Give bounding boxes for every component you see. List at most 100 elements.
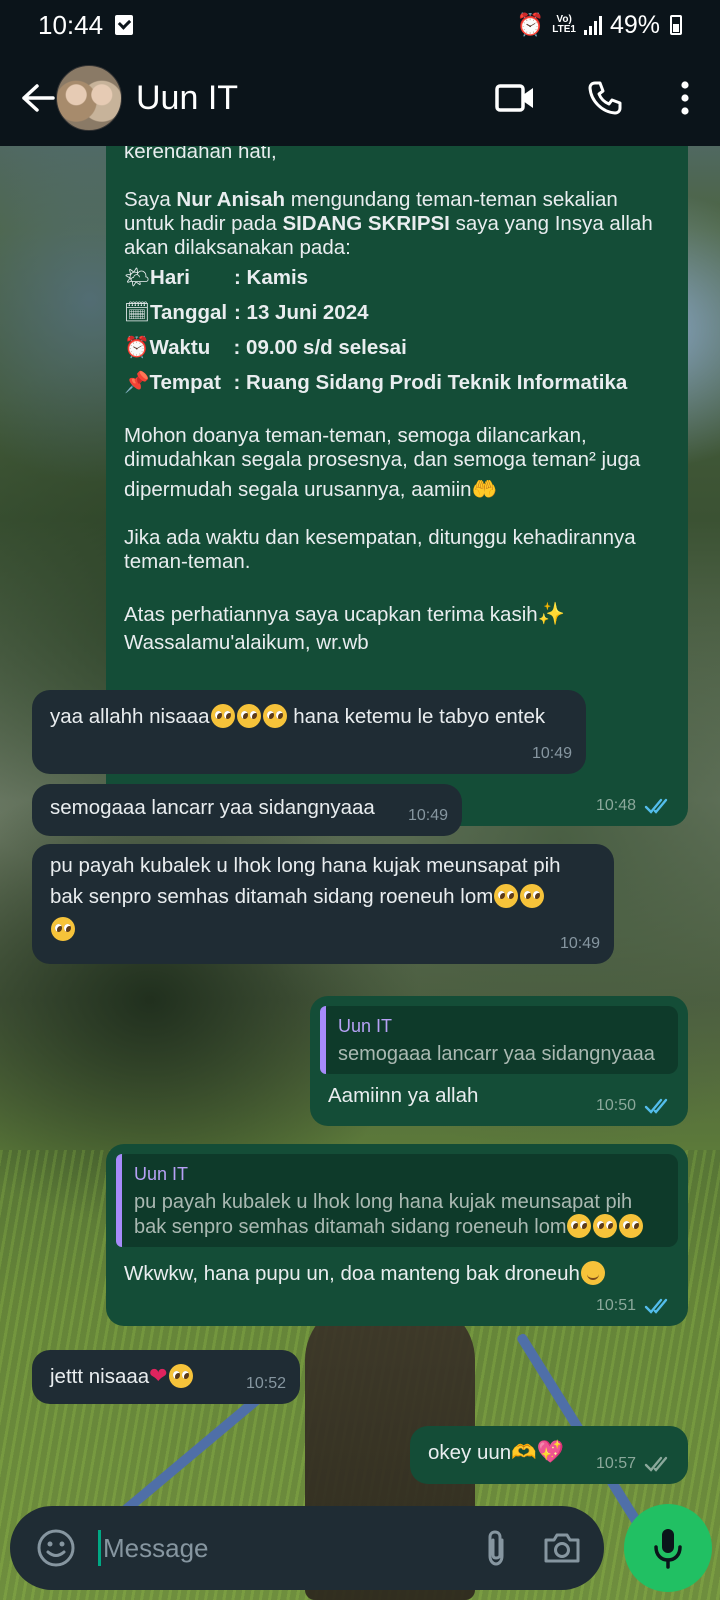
message-input[interactable] — [103, 1532, 463, 1564]
pleading-face-icon — [494, 884, 519, 908]
pleading-face-icon — [520, 884, 545, 908]
detail-row: 🗓Tanggal: 13 Juni 2024 — [124, 301, 369, 324]
message-text: kerendahan hati, — [124, 146, 277, 163]
volte-indicator: Vo) LTE1 — [552, 15, 576, 35]
message-bubble-outgoing[interactable]: Uun IT pu payah kubalek u lhok long hana… — [106, 1144, 688, 1326]
detail-row: ⏰Waktu: 09.00 s/d selesai — [124, 336, 407, 359]
message-time: 10:51 — [595, 1297, 636, 1314]
message-time: 10:49 — [531, 745, 572, 762]
status-time: 10:44 — [38, 9, 104, 40]
quote-author: Uun IT — [338, 1016, 393, 1036]
alarm-icon: ⏰ — [516, 12, 545, 37]
text-cursor — [98, 1530, 101, 1566]
sun-cloud-icon: 🌤 — [124, 266, 151, 289]
message-text: Jika ada waktu dan kesempatan, ditunggu … — [124, 526, 636, 549]
quote-text: bak senpro semhas ditamah sidang roeneuh… — [134, 1214, 666, 1239]
message-composer — [10, 1506, 604, 1590]
message-meta: 10:51 — [596, 1294, 674, 1318]
message-time: 10:49 — [559, 935, 600, 952]
message-text: pu payah kubalek u lhok long hana kujak … — [50, 854, 561, 877]
camera-button[interactable] — [529, 1515, 595, 1581]
more-vert-icon — [681, 81, 689, 115]
detail-row: 🌤Hari: Kamis — [124, 266, 309, 289]
notification-check-icon — [115, 15, 134, 35]
microphone-icon — [654, 1529, 682, 1569]
pleading-face-icon — [236, 704, 261, 728]
paperclip-icon — [488, 1530, 504, 1566]
message-bubble-outgoing[interactable]: okey uun🫶💖 10:57 — [410, 1426, 688, 1484]
emoji-icon — [37, 1529, 75, 1567]
message-bubble-outgoing[interactable]: Uun IT semogaaa lancarr yaa sidangnyaaa … — [310, 996, 688, 1126]
message-time: 10:48 — [595, 797, 636, 814]
voice-call-button[interactable] — [560, 68, 650, 128]
phone-icon — [588, 81, 622, 115]
pleading-face-icon — [619, 1214, 644, 1238]
message-meta: 10:50 — [596, 1094, 674, 1118]
sparkling-heart-icon: 💖 — [536, 1439, 565, 1464]
message-meta: 10:49 — [408, 804, 448, 828]
signal-icon — [583, 15, 602, 35]
message-time: 10:52 — [245, 1375, 286, 1392]
message-text: teman-teman. — [124, 550, 251, 573]
video-camera-icon — [495, 84, 533, 112]
message-text: Mohon doanya teman-teman, semoga dilanca… — [124, 424, 587, 447]
attach-button[interactable] — [463, 1515, 529, 1581]
calendar-icon: 🗓 — [124, 301, 151, 324]
message-time: 10:50 — [595, 1097, 636, 1114]
contact-name[interactable]: Uun IT — [136, 79, 238, 118]
video-call-button[interactable] — [470, 68, 560, 128]
message-text: untuk hadir pada SIDANG SKRIPSI saya yan… — [124, 212, 653, 235]
read-ticks-icon — [644, 798, 668, 814]
message-text: dipermudah segala urusannya, aamiin🤲 — [124, 478, 498, 501]
pleading-face-icon — [593, 1214, 618, 1238]
praying-hands-icon: 🤲 — [471, 478, 498, 501]
battery-icon — [670, 15, 682, 35]
more-options-button[interactable] — [650, 68, 720, 128]
message-list[interactable]: kerendahan hati, Saya Nur Anisah mengund… — [0, 146, 720, 1500]
message-text: Saya Nur Anisah mengundang teman-teman s… — [124, 188, 618, 211]
message-text — [50, 917, 596, 942]
volte-bottom: LTE1 — [552, 24, 576, 35]
battery-percent: 49% — [609, 10, 660, 39]
message-meta: 10:48 — [596, 794, 674, 818]
quoted-message[interactable]: Uun IT semogaaa lancarr yaa sidangnyaaa — [320, 1006, 678, 1074]
message-time: 10:57 — [595, 1455, 636, 1472]
message-time: 10:49 — [407, 807, 448, 824]
pleading-face-icon — [567, 1214, 592, 1238]
message-text: yaa allahh nisaaa hana ketemu le tabyo e… — [50, 704, 546, 728]
pleading-face-icon — [51, 917, 75, 941]
pleading-face-icon — [262, 704, 287, 728]
message-bubble-incoming[interactable]: yaa allahh nisaaa hana ketemu le tabyo e… — [32, 690, 586, 774]
message-meta: 10:49 — [560, 932, 600, 956]
message-text: dimudahkan segala prosesnya, dan semoga … — [124, 448, 641, 471]
message-bubble-incoming[interactable]: semogaaa lancarr yaa sidangnyaaa 10:49 — [32, 784, 462, 836]
heart-hands-icon: 🫶 — [511, 1441, 537, 1464]
message-text: bak senpro semhas ditamah sidang roeneuh… — [50, 884, 596, 909]
message-meta: 10:49 — [532, 742, 572, 766]
pushpin-icon: 📌 — [124, 371, 150, 394]
status-bar: 10:44 ⏰ Vo) LTE1 49% — [0, 0, 720, 50]
detail-row: 📌Tempat: Ruang Sidang Prodi Teknik Infor… — [124, 371, 628, 394]
chat-header: Uun IT — [0, 50, 720, 146]
quote-text: pu payah kubalek u lhok long hana kujak … — [134, 1191, 633, 1213]
read-ticks-icon — [644, 1298, 668, 1314]
red-heart-icon: ❤ — [149, 1363, 168, 1388]
sparkles-icon: ✨ — [537, 601, 566, 626]
read-ticks-icon — [644, 1098, 668, 1114]
message-bubble-incoming[interactable]: pu payah kubalek u lhok long hana kujak … — [32, 844, 614, 964]
message-text: Atas perhatiannya saya ucapkan terima ka… — [124, 601, 566, 627]
pleading-face-icon — [210, 704, 235, 728]
message-text: Wkwkw, hana pupu un, doa manteng bak dro… — [124, 1261, 670, 1286]
pleading-face-icon — [168, 1364, 193, 1388]
avatar[interactable] — [56, 65, 122, 131]
quoted-message[interactable]: Uun IT pu payah kubalek u lhok long hana… — [116, 1154, 678, 1247]
smiling-face-icon — [580, 1261, 605, 1285]
delivered-ticks-icon — [644, 1456, 668, 1472]
emoji-button[interactable] — [28, 1520, 84, 1576]
message-meta: 10:52 — [246, 1372, 286, 1396]
message-bubble-incoming[interactable]: jettt nisaaa❤ 10:52 — [32, 1350, 300, 1404]
alarm-clock-icon: ⏰ — [124, 336, 150, 359]
voice-message-button[interactable] — [624, 1504, 712, 1592]
message-text: semogaaa lancarr yaa sidangnyaaa — [50, 796, 375, 819]
quote-author: Uun IT — [134, 1164, 189, 1184]
